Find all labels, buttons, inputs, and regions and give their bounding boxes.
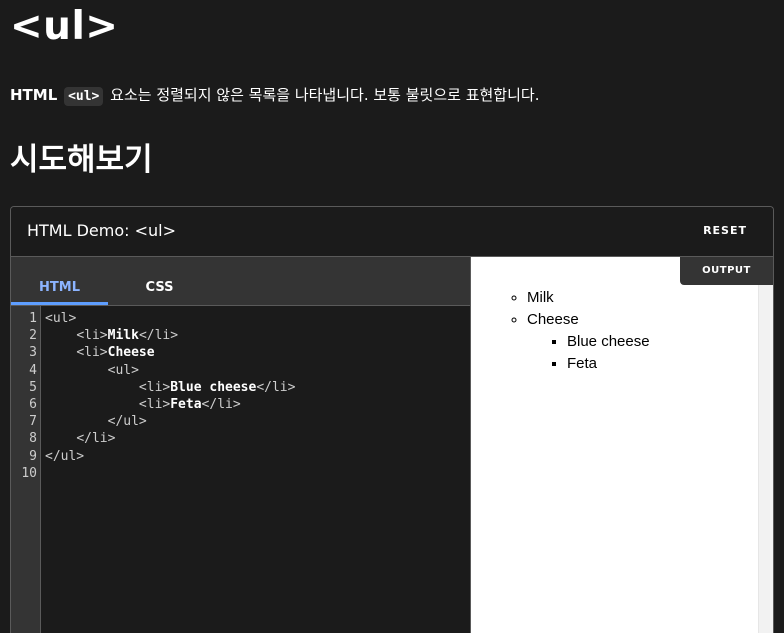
line-number: 1 — [29, 311, 37, 326]
output-label: OUTPUT — [680, 257, 773, 285]
output-panel: OUTPUT Milk Cheese Blue cheese Feta — [471, 257, 773, 633]
intro-paragraph: HTML <ul> 요소는 정렬되지 않은 목록을 나타냅니다. 보통 불릿으로… — [10, 84, 539, 108]
code-open: <li> — [76, 328, 108, 344]
intro-prefix: HTML — [10, 86, 58, 104]
line-number: 4 — [29, 362, 37, 378]
output-scrollbar[interactable] — [758, 257, 773, 633]
code-editor[interactable]: HTML CSS 1 2 3 4 5 6 7 8 9 10 <ul> <li>Milk</li> … — [11, 257, 471, 633]
code-area[interactable]: <ul> <li>Milk</li> <li>Cheese <ul> <li>B… — [45, 310, 295, 482]
line-number: 10 — [21, 465, 37, 481]
code-open: <ul> — [107, 362, 139, 378]
demo-title: HTML Demo: <ul> — [27, 221, 177, 240]
code-line: </li> — [45, 430, 295, 447]
nested-list-item: Blue cheese — [567, 331, 650, 353]
line-number: 3 — [29, 345, 37, 361]
code-line: <li>Feta</li> — [45, 396, 295, 413]
code-line: </ul> — [45, 413, 295, 430]
line-number: 5 — [29, 379, 37, 395]
page-title: <ul> — [10, 4, 119, 49]
list-item-label: Cheese — [527, 311, 579, 328]
code-close: </li> — [201, 397, 241, 413]
code-open: </li> — [76, 431, 116, 447]
line-number: 6 — [29, 397, 37, 413]
code-line: <ul> — [45, 362, 295, 379]
demo-header: HTML Demo: <ul> RESET — [11, 207, 773, 257]
code-text: Blue cheese — [170, 379, 257, 395]
line-numbers: 1 2 3 4 5 6 7 8 9 10 — [11, 306, 40, 482]
code-open: <li> — [76, 345, 108, 361]
code-open: <li> — [138, 379, 171, 395]
interactive-demo: HTML Demo: <ul> RESET HTML CSS 1 2345 6789… — [10, 206, 774, 633]
output-list: Milk Cheese Blue cheese Feta — [471, 287, 650, 375]
code-text: Feta — [170, 397, 202, 413]
code-open: <ul> — [45, 311, 77, 326]
nested-list: Blue cheese Feta — [527, 331, 650, 375]
section-title: 시도해보기 — [10, 142, 153, 178]
list-item-with-children: Cheese Blue cheese Feta — [527, 309, 650, 375]
code-open: <li> — [138, 397, 171, 413]
code-line: <ul> — [45, 310, 295, 327]
code-text: Milk — [107, 328, 139, 344]
tab-html[interactable]: HTML — [11, 257, 108, 305]
line-number-gutter: 1 2 3 4 5 6 7 8 9 10 — [11, 306, 41, 633]
page: <ul> HTML <ul> 요소는 정렬되지 않은 목록을 나타냅니다. 보통… — [0, 0, 784, 633]
output-content: Milk Cheese Blue cheese Feta — [471, 287, 650, 375]
code-close: </li> — [138, 328, 179, 344]
line-number: 7 — [29, 414, 37, 430]
code-close: </li> — [256, 379, 296, 395]
code-line: <li>Milk</li> — [45, 327, 295, 344]
code-text: Cheese — [107, 345, 155, 361]
intro-code: <ul> — [64, 87, 104, 106]
editor-tabs: HTML CSS — [11, 257, 470, 306]
nested-list-item: Feta — [567, 353, 650, 375]
line-number: 2 — [29, 328, 37, 344]
intro-suffix: 요소는 정렬되지 않은 목록을 나타냅니다. 보통 불릿으로 표현합니다. — [110, 86, 540, 104]
line-number: 9 — [29, 448, 37, 464]
code-line: <li>Cheese — [45, 344, 295, 361]
tab-css[interactable]: CSS — [111, 257, 208, 302]
code-line: <li>Blue cheese</li> — [45, 379, 296, 396]
reset-button[interactable]: RESET — [693, 222, 757, 240]
list-item: Milk — [527, 287, 650, 309]
code-open: </ul> — [107, 414, 147, 430]
code-open: </ul> — [45, 448, 85, 464]
code-line: </ul> — [45, 448, 295, 465]
line-number: 8 — [29, 431, 37, 447]
